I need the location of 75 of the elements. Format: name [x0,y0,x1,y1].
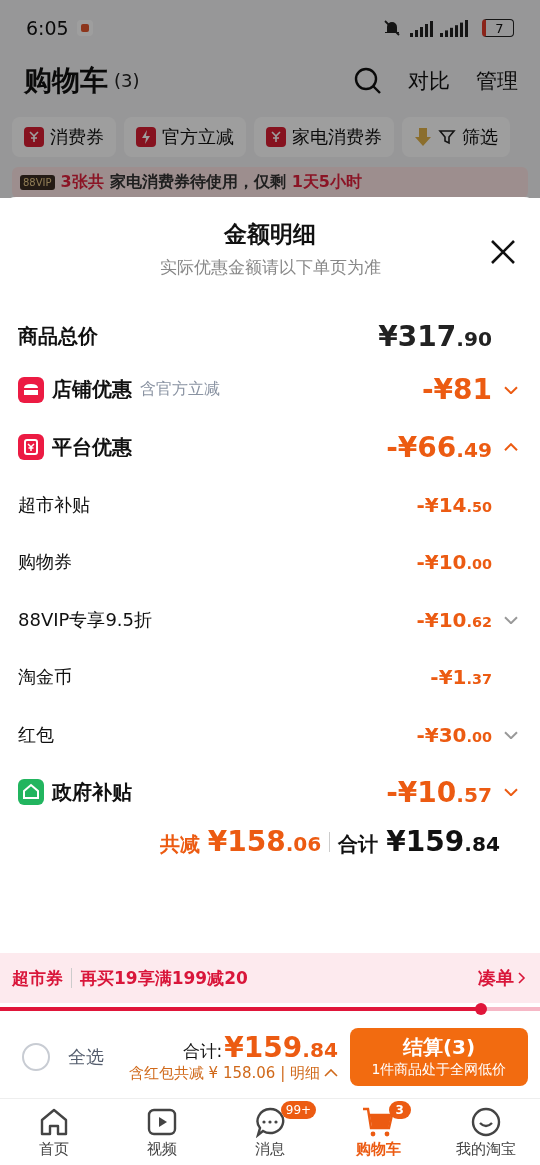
tab-item[interactable]: 首页 [0,1099,108,1165]
filter-chip[interactable]: 消费券 [12,116,116,157]
chip-label: 家电消费券 [292,124,382,149]
chevron-right-icon [518,972,526,984]
chip-label: 消费券 [50,124,104,149]
chip-label: 官方立减 [162,124,234,149]
discount-amount: -¥10.57 [386,775,492,809]
discount-amount: -¥10.00 [416,550,492,575]
sum-label: 合计 [338,831,379,858]
discount-label: 平台优惠 [52,433,132,461]
select-all-checkbox[interactable] [22,1042,50,1071]
coupon-icon [18,434,44,461]
chip-label: 筛选 [462,124,498,149]
discount-label: 淘金币 [18,665,72,690]
progress-knob [474,1003,487,1015]
tab-item[interactable]: 视频 [108,1099,216,1165]
total-label: 合计: [182,1039,223,1063]
smile-icon [470,1105,502,1138]
chat-icon [254,1105,286,1138]
count-badge: 3 [388,1101,411,1119]
total-amount: ¥317.90 [378,319,492,353]
coupon-text: 再买19享满199减20 [80,966,248,990]
header-action[interactable]: 管理 [476,66,518,95]
notice-text: 3张共 [60,171,104,193]
discount-amount: -¥81 [421,373,492,407]
status-time: 6:05 [26,17,69,40]
coupon-icon [24,126,44,147]
house-icon [18,779,44,806]
discount-amount: -¥66.49 [386,430,492,464]
saved-amount: ¥158.06 [207,825,322,858]
battery-indicator: 7 [482,19,514,38]
tab-item[interactable]: 消息 99+ [216,1099,324,1165]
coupon-icon [266,126,286,147]
filter-icon [438,127,456,146]
discount-label: 88VIP专享9.5折 [18,607,152,632]
discount-label: 政府补贴 [52,778,132,806]
discount-amount: -¥30.00 [416,722,492,747]
notice-text: 家电消费券待使用，仅剩 [109,171,286,193]
chevron-icon [504,615,518,624]
discount-amount: -¥1.37 [430,665,492,690]
discount-label: 店铺优惠 [52,376,132,404]
arrow-down-icon [414,126,432,147]
cart-icon [361,1105,395,1138]
discount-label: 超市补贴 [18,492,90,517]
lightning-icon [136,126,156,147]
filter-chip[interactable]: 官方立减 [124,116,246,157]
discount-amount: -¥10.62 [416,607,492,632]
page-title: 购物车 [24,62,108,99]
vip-badge: 88VIP [20,174,55,190]
saved-label: 共减 [159,831,200,858]
sheet-subtitle: 实际优惠金额请以下单页为准 [159,256,381,279]
add-items-link[interactable]: 凑单 [478,966,526,990]
discount-note: 含官方立减 [140,379,220,401]
chevron-icon [504,730,518,739]
discount-amount: -¥14.50 [416,492,492,517]
filter-chip[interactable]: 筛选 [402,116,510,157]
app-notification-icon [76,20,93,37]
sheet-title: 金额明细 [224,220,316,249]
discount-label: 购物券 [18,550,72,575]
store-icon [18,376,44,403]
coupon-tag: 超市券 [12,966,63,990]
count-badge: 99+ [280,1101,317,1119]
total-amount: ¥159.84 [224,1030,338,1064]
search-icon[interactable] [354,66,382,95]
discount-label: 红包 [18,722,54,747]
tab-item[interactable]: 我的淘宝 [432,1099,540,1165]
sum-amount: ¥159.84 [386,825,500,858]
filter-chip[interactable]: 家电消费券 [254,116,394,157]
chevron-up-icon [324,1069,338,1077]
select-all-label: 全选 [68,1044,104,1069]
saved-details-link[interactable]: 含红包共减 ¥ 158.06 | 明细 [128,1063,338,1083]
total-label: 商品总价 [18,322,98,350]
cart-count: (3) [114,70,140,92]
notice-text: 1天5小时 [291,171,362,193]
header-action[interactable]: 对比 [408,66,450,95]
